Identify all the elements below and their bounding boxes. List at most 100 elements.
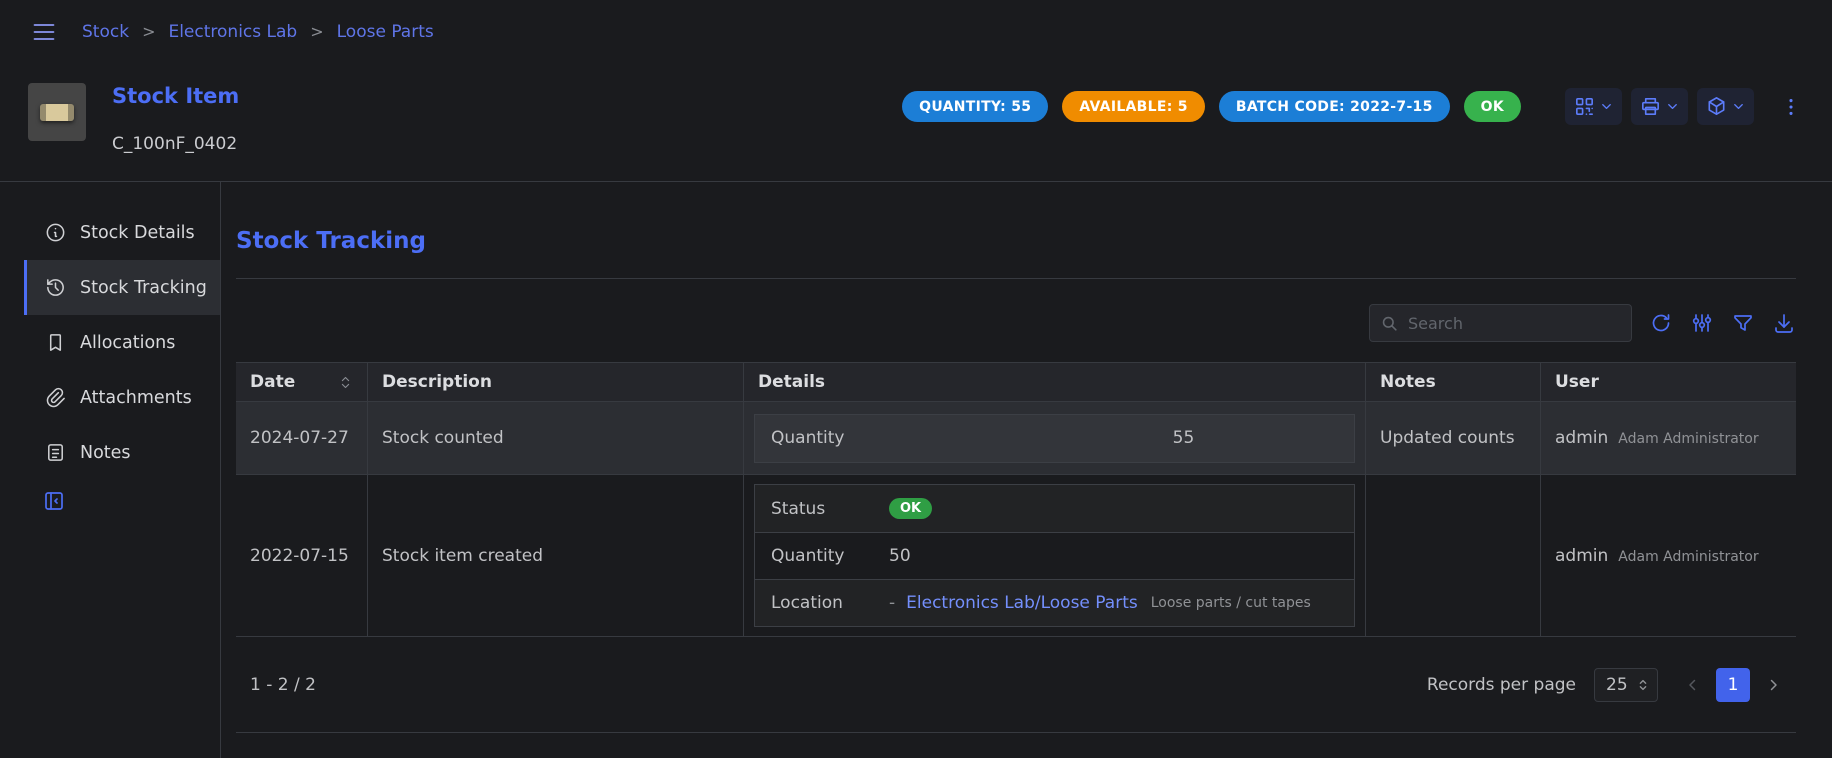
- detail-label: Quantity: [771, 428, 889, 448]
- location-note: Loose parts / cut tapes: [1151, 595, 1311, 611]
- breadcrumb-loose-parts[interactable]: Loose Parts: [337, 22, 434, 42]
- search-input[interactable]: [1408, 314, 1621, 333]
- table-header-row: Date Description Details Notes User: [236, 362, 1796, 402]
- column-label: Description: [382, 372, 492, 392]
- description-cell: Stock counted: [368, 402, 744, 474]
- sidebar-item-stock-tracking[interactable]: Stock Tracking: [24, 260, 220, 315]
- column-header-description[interactable]: Description: [368, 363, 744, 401]
- adjustments-icon[interactable]: [1690, 311, 1714, 335]
- column-label: Details: [758, 372, 825, 392]
- detail-value: 50: [889, 546, 911, 566]
- details-subtable: Status OK Quantity 50 Location - Electro…: [754, 484, 1355, 627]
- filter-icon[interactable]: [1731, 311, 1755, 335]
- main-panel: Stock Tracking: [221, 182, 1832, 758]
- info-circle-icon: [44, 221, 67, 244]
- sidebar-item-attachments[interactable]: Attachments: [24, 370, 220, 425]
- table-footer: 1 - 2 / 2 Records per page 25: [236, 637, 1796, 733]
- sidebar-item-label: Attachments: [80, 388, 192, 408]
- content: Stock Details Stock Tracking Allocations…: [0, 182, 1832, 758]
- stock-item-thumbnail[interactable]: [28, 83, 86, 141]
- user-wrap: admin Adam Administrator: [1555, 428, 1759, 448]
- page-1-button[interactable]: 1: [1716, 668, 1750, 702]
- history-icon: [44, 276, 67, 299]
- panel-title: Stock Tracking: [236, 226, 1796, 256]
- column-label: Date: [250, 372, 295, 392]
- search-icon: [1380, 314, 1399, 333]
- column-header-notes: Notes: [1366, 363, 1541, 401]
- sidebar-item-allocations[interactable]: Allocations: [24, 315, 220, 370]
- column-label: Notes: [1380, 372, 1436, 392]
- user-wrap: admin Adam Administrator: [1555, 546, 1759, 566]
- sidebar: Stock Details Stock Tracking Allocations…: [0, 182, 221, 758]
- notes-cell: Updated counts: [1366, 402, 1541, 474]
- user-cell: admin Adam Administrator: [1541, 475, 1796, 636]
- printer-icon: [1639, 95, 1662, 118]
- details-cell: Status OK Quantity 50 Location - Electro…: [744, 475, 1366, 636]
- pagination-controls: Records per page 25 1: [1427, 668, 1782, 702]
- stock-cube-icon: [1705, 95, 1728, 118]
- chevron-down-icon: [1731, 99, 1746, 114]
- details-subtable: Quantity 55: [754, 414, 1355, 463]
- download-icon[interactable]: [1772, 311, 1796, 335]
- description-cell: Stock item created: [368, 475, 744, 636]
- menu-icon[interactable]: [30, 18, 58, 46]
- sort-selector-icon[interactable]: [338, 375, 353, 390]
- records-per-page-select[interactable]: 25: [1594, 668, 1658, 702]
- detail-value: 55: [889, 428, 1338, 448]
- detail-label: Status: [771, 499, 889, 519]
- header-actions: [1565, 88, 1754, 125]
- table-toolbar: [236, 304, 1796, 342]
- column-label: User: [1555, 372, 1599, 392]
- username: admin: [1555, 428, 1608, 448]
- app-root: Stock > Electronics Lab > Loose Parts St…: [0, 0, 1832, 758]
- page-header: Stock Item C_100nF_0402 QUANTITY: 55 AVA…: [0, 63, 1832, 181]
- top-bar: Stock > Electronics Lab > Loose Parts: [0, 0, 1832, 63]
- stock-tracking-table: Date Description Details Notes User 2024…: [236, 362, 1796, 733]
- sidebar-collapse-icon[interactable]: [42, 489, 66, 513]
- capacitor-image: [40, 104, 74, 121]
- date-value: 2024-07-27: [250, 428, 349, 448]
- description-value: Stock item created: [382, 546, 543, 566]
- barcode-actions-button[interactable]: [1565, 88, 1622, 125]
- notes-icon: [44, 441, 67, 464]
- breadcrumb-separator: >: [310, 22, 323, 41]
- detail-label: Quantity: [771, 546, 889, 566]
- more-options-icon[interactable]: [1780, 96, 1802, 118]
- location-link[interactable]: Electronics Lab/Loose Parts: [906, 593, 1138, 613]
- quantity-badge: QUANTITY: 55: [902, 91, 1048, 122]
- column-header-date[interactable]: Date: [236, 363, 368, 401]
- page-titles: Stock Item C_100nF_0402: [112, 83, 239, 155]
- page-title: Stock Item: [112, 83, 239, 109]
- column-header-details: Details: [744, 363, 1366, 401]
- breadcrumb-electronics-lab[interactable]: Electronics Lab: [168, 22, 297, 42]
- notes-cell: [1366, 475, 1541, 636]
- print-actions-button[interactable]: [1631, 88, 1688, 125]
- user-fullname: Adam Administrator: [1618, 549, 1758, 565]
- sidebar-item-notes[interactable]: Notes: [24, 425, 220, 480]
- notes-value: Updated counts: [1380, 428, 1515, 448]
- username: admin: [1555, 546, 1608, 566]
- description-value: Stock counted: [382, 428, 504, 448]
- refresh-icon[interactable]: [1649, 311, 1673, 335]
- next-page-icon[interactable]: [1764, 676, 1782, 694]
- pager: 1: [1684, 668, 1782, 702]
- detail-row-location: Location - Electronics Lab/Loose Parts L…: [755, 579, 1354, 626]
- page-subtitle: C_100nF_0402: [112, 133, 239, 155]
- user-cell: admin Adam Administrator: [1541, 402, 1796, 474]
- search-box: [1369, 304, 1632, 342]
- date-cell: 2022-07-15: [236, 475, 368, 636]
- chevron-down-icon: [1665, 99, 1680, 114]
- stock-actions-button[interactable]: [1697, 88, 1754, 125]
- panel-divider: [236, 278, 1796, 279]
- breadcrumb-stock[interactable]: Stock: [82, 22, 129, 42]
- bookmark-icon: [44, 331, 67, 354]
- detail-row-quantity: Quantity 50: [755, 532, 1354, 579]
- details-cell: Quantity 55: [744, 402, 1366, 474]
- records-range: 1 - 2 / 2: [250, 675, 316, 695]
- sidebar-item-label: Allocations: [80, 333, 175, 353]
- status-ok-badge: OK: [1464, 91, 1521, 122]
- sidebar-item-stock-details[interactable]: Stock Details: [24, 205, 220, 260]
- batch-code-badge: BATCH CODE: 2022-7-15: [1219, 91, 1450, 122]
- available-badge: AVAILABLE: 5: [1062, 91, 1205, 122]
- previous-page-icon[interactable]: [1684, 676, 1702, 694]
